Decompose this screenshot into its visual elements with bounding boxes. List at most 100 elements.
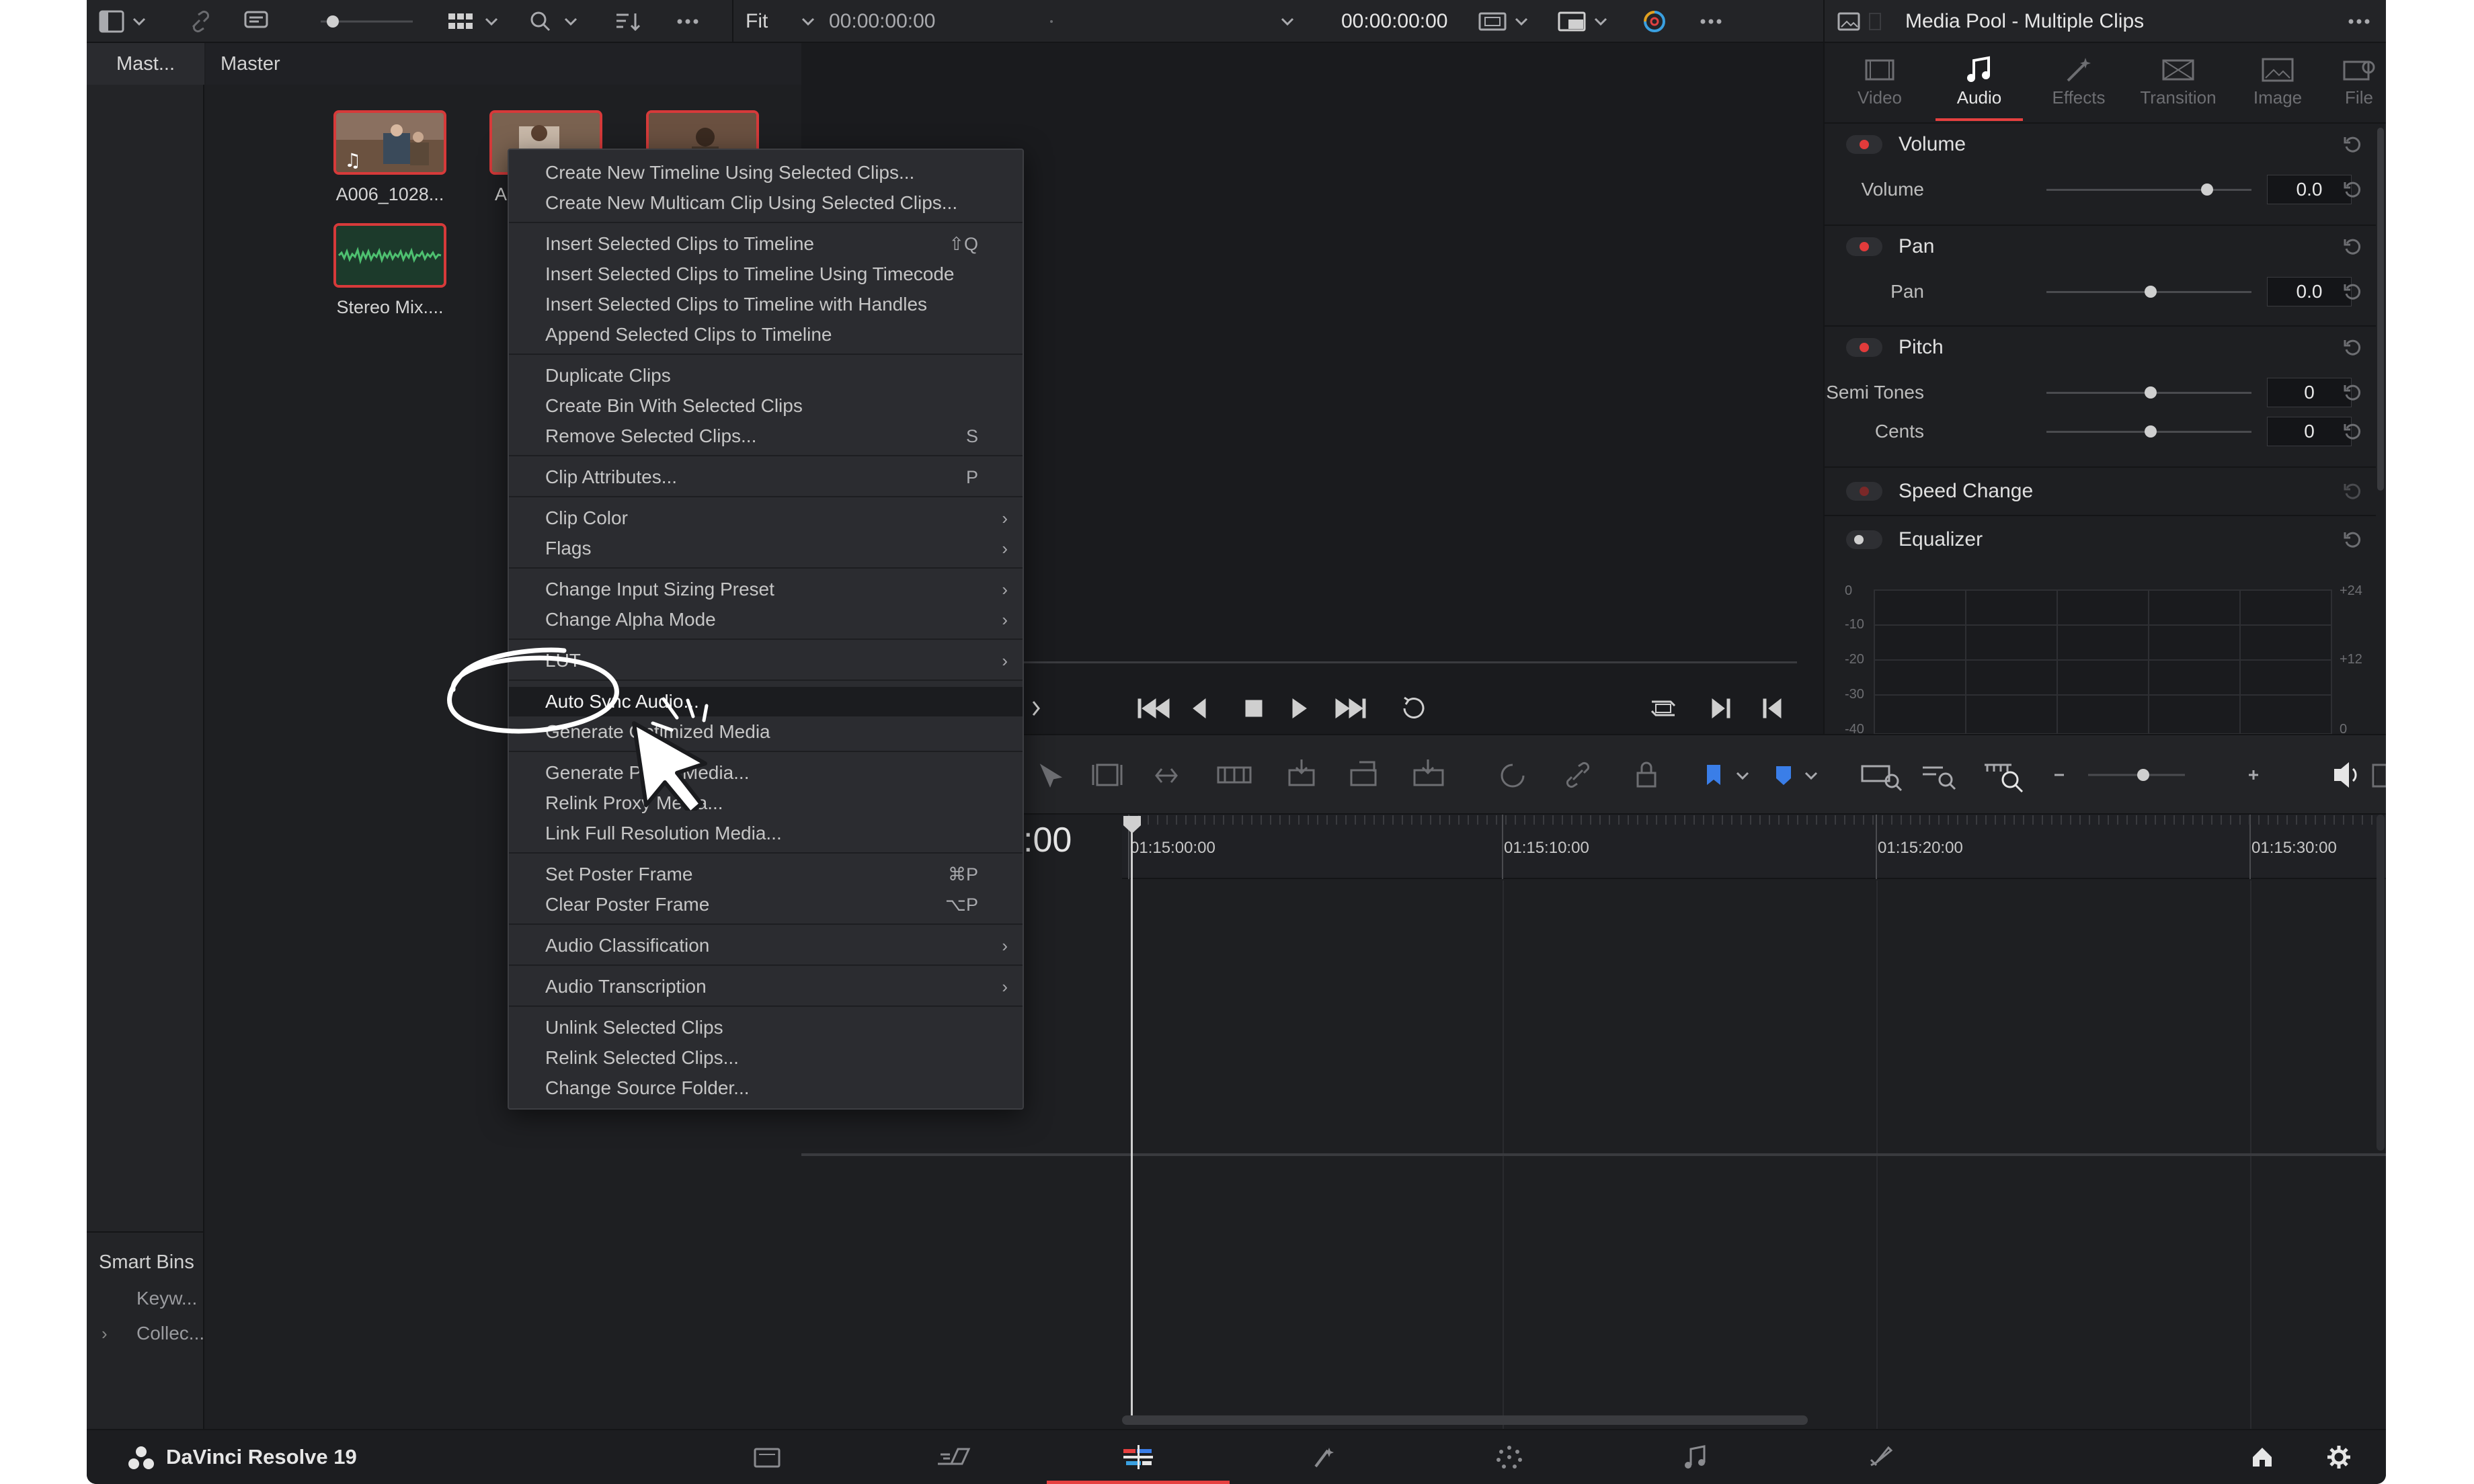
playhead-line[interactable] bbox=[1131, 832, 1133, 1424]
menu-item[interactable]: Generate Proxy Media... bbox=[509, 758, 1023, 788]
viewer-mode-icon[interactable] bbox=[1477, 7, 1533, 36]
menu-item[interactable]: Create Bin With Selected Clips bbox=[509, 391, 1023, 421]
search-icon[interactable] bbox=[528, 7, 583, 36]
media-page-button[interactable] bbox=[676, 1430, 859, 1484]
zoom-fit-dropdown[interactable]: Fit bbox=[746, 7, 824, 36]
volume-value-field[interactable]: 0.0 bbox=[2267, 175, 2352, 204]
chevron-right-icon[interactable]: › bbox=[102, 1323, 108, 1344]
media-clip[interactable]: Stereo Mix.... bbox=[333, 223, 446, 318]
speed-change-toggle[interactable] bbox=[1846, 482, 1882, 501]
inspector-scrollbar[interactable] bbox=[2377, 128, 2384, 491]
smart-bin-collections[interactable]: › Collec... bbox=[87, 1316, 204, 1351]
menu-item[interactable]: Audio Classification › bbox=[509, 931, 1023, 960]
reset-icon[interactable] bbox=[2342, 337, 2362, 358]
deliver-page-button[interactable] bbox=[1789, 1430, 1972, 1484]
reset-icon[interactable] bbox=[2342, 530, 2362, 550]
menu-item[interactable]: Create New Multicam Clip Using Selected … bbox=[509, 188, 1023, 218]
metadata-icon[interactable] bbox=[243, 7, 270, 36]
timeline-timecode[interactable]: :00 bbox=[1023, 820, 1072, 860]
menu-item[interactable]: Auto Sync Audio... bbox=[509, 687, 1023, 716]
menu-item[interactable]: Relink Proxy Media... bbox=[509, 788, 1023, 818]
thumbnail-size-slider[interactable] bbox=[315, 7, 416, 36]
menu-item[interactable]: Insert Selected Clips to Timeline ⇧Q bbox=[509, 229, 1023, 259]
reset-icon[interactable] bbox=[2342, 179, 2362, 200]
tab-video[interactable]: Video bbox=[1833, 52, 1927, 108]
link-icon[interactable] bbox=[188, 7, 214, 36]
fusion-page-button[interactable] bbox=[1232, 1430, 1415, 1484]
menu-item[interactable]: Audio Transcription › bbox=[509, 972, 1023, 1001]
home-button[interactable] bbox=[2242, 1430, 2282, 1484]
tab-file[interactable]: File bbox=[2329, 52, 2386, 108]
color-page-button[interactable] bbox=[1418, 1430, 1601, 1484]
pan-toggle[interactable] bbox=[1846, 237, 1882, 256]
menu-item[interactable]: Duplicate Clips bbox=[509, 361, 1023, 390]
bin-master[interactable]: Mast... bbox=[87, 43, 204, 85]
menu-item[interactable]: Generate Optimized Media bbox=[509, 717, 1023, 747]
pan-value-field[interactable]: 0.0 bbox=[2267, 277, 2352, 306]
slider-knob[interactable] bbox=[2145, 386, 2157, 399]
tab-audio[interactable]: Audio bbox=[1932, 52, 2026, 121]
menu-item[interactable]: Clip Attributes... P bbox=[509, 462, 1023, 492]
menu-item[interactable]: Flags › bbox=[509, 534, 1023, 563]
tab-effects[interactable]: Effects bbox=[2032, 52, 2126, 108]
menu-item[interactable]: Link Full Resolution Media... bbox=[509, 819, 1023, 848]
source-timecode[interactable]: 00:00:00:00 bbox=[829, 7, 935, 36]
menu-item[interactable]: Append Selected Clips to Timeline bbox=[509, 320, 1023, 349]
menu-item[interactable]: Change Source Folder... bbox=[509, 1073, 1023, 1103]
timeline-ruler[interactable] bbox=[1122, 815, 2386, 879]
volume-toggle[interactable] bbox=[1846, 135, 1882, 154]
inspector-options-icon[interactable] bbox=[2346, 7, 2375, 36]
menu-item[interactable]: Unlink Selected Clips bbox=[509, 1013, 1023, 1042]
clip-thumbnail[interactable]: ♫ bbox=[333, 110, 446, 175]
chevron-down-icon[interactable] bbox=[1277, 7, 1301, 36]
fairlight-page-button[interactable] bbox=[1603, 1430, 1786, 1484]
color-management-icon[interactable] bbox=[1641, 7, 1668, 36]
slider-knob[interactable] bbox=[2145, 425, 2157, 438]
reset-icon[interactable] bbox=[2342, 237, 2362, 257]
program-timecode[interactable]: 00:00:00:00 bbox=[1341, 7, 1447, 36]
menu-item[interactable]: Clear Poster Frame ⌥P bbox=[509, 890, 1023, 919]
reset-icon[interactable] bbox=[2342, 282, 2362, 302]
settings-button[interactable] bbox=[2319, 1430, 2359, 1484]
panel-layout-icon[interactable] bbox=[99, 7, 147, 36]
reset-icon[interactable] bbox=[2342, 481, 2362, 501]
menu-item[interactable]: Change Input Sizing Preset › bbox=[509, 575, 1023, 604]
menu-item[interactable]: Create New Timeline Using Selected Clips… bbox=[509, 158, 1023, 188]
semitones-value-field[interactable]: 0 bbox=[2267, 378, 2352, 407]
viewer-scrubber[interactable] bbox=[1024, 661, 1797, 663]
timeline-scrollbar[interactable] bbox=[1122, 1415, 1808, 1425]
menu-item[interactable]: Change Alpha Mode › bbox=[509, 605, 1023, 634]
edit-page-button[interactable] bbox=[1047, 1430, 1230, 1484]
timeline-area[interactable] bbox=[801, 815, 2386, 1429]
pitch-toggle[interactable] bbox=[1846, 338, 1882, 357]
slider-knob[interactable] bbox=[2201, 183, 2213, 196]
hd-output-icon[interactable] bbox=[1556, 7, 1613, 36]
menu-item[interactable]: Remove Selected Clips... S bbox=[509, 421, 1023, 451]
equalizer-toggle[interactable] bbox=[1846, 530, 1882, 549]
cut-page-button[interactable] bbox=[861, 1430, 1044, 1484]
grid-view-icon[interactable] bbox=[446, 7, 501, 36]
tab-image[interactable]: Image bbox=[2231, 52, 2325, 108]
media-clip[interactable]: ♫ A006_1028... bbox=[333, 110, 446, 205]
sort-icon[interactable] bbox=[614, 7, 643, 36]
track-divider[interactable] bbox=[801, 1153, 2386, 1156]
slider-knob[interactable] bbox=[2145, 286, 2157, 298]
audio-waveform-thumbnail[interactable] bbox=[333, 223, 446, 288]
menu-item[interactable]: LUT › bbox=[509, 646, 1023, 675]
tab-transition[interactable]: Transition bbox=[2131, 52, 2225, 108]
cents-value-field[interactable]: 0 bbox=[2267, 417, 2352, 446]
track-scrollbar[interactable] bbox=[2377, 815, 2385, 1151]
smart-bin-keywords[interactable]: Keyw... bbox=[87, 1281, 204, 1316]
menu-item[interactable]: Insert Selected Clips to Timeline with H… bbox=[509, 290, 1023, 319]
reset-icon[interactable] bbox=[2342, 134, 2362, 155]
volume-slider[interactable] bbox=[2046, 189, 2251, 191]
equalizer-graph[interactable]: 0 -10 -20 -30 -40 +24 +12 0 bbox=[1845, 583, 2369, 737]
menu-item[interactable]: Set Poster Frame ⌘P bbox=[509, 860, 1023, 889]
menu-item[interactable]: Relink Selected Clips... bbox=[509, 1043, 1023, 1073]
menu-item[interactable]: Clip Color › bbox=[509, 503, 1023, 533]
reset-icon[interactable] bbox=[2342, 382, 2362, 403]
menu-item[interactable]: Insert Selected Clips to Timeline Using … bbox=[509, 259, 1023, 289]
more-options-icon[interactable] bbox=[674, 7, 704, 36]
viewer-options-icon[interactable] bbox=[1698, 7, 1727, 36]
reset-icon[interactable] bbox=[2342, 421, 2362, 442]
